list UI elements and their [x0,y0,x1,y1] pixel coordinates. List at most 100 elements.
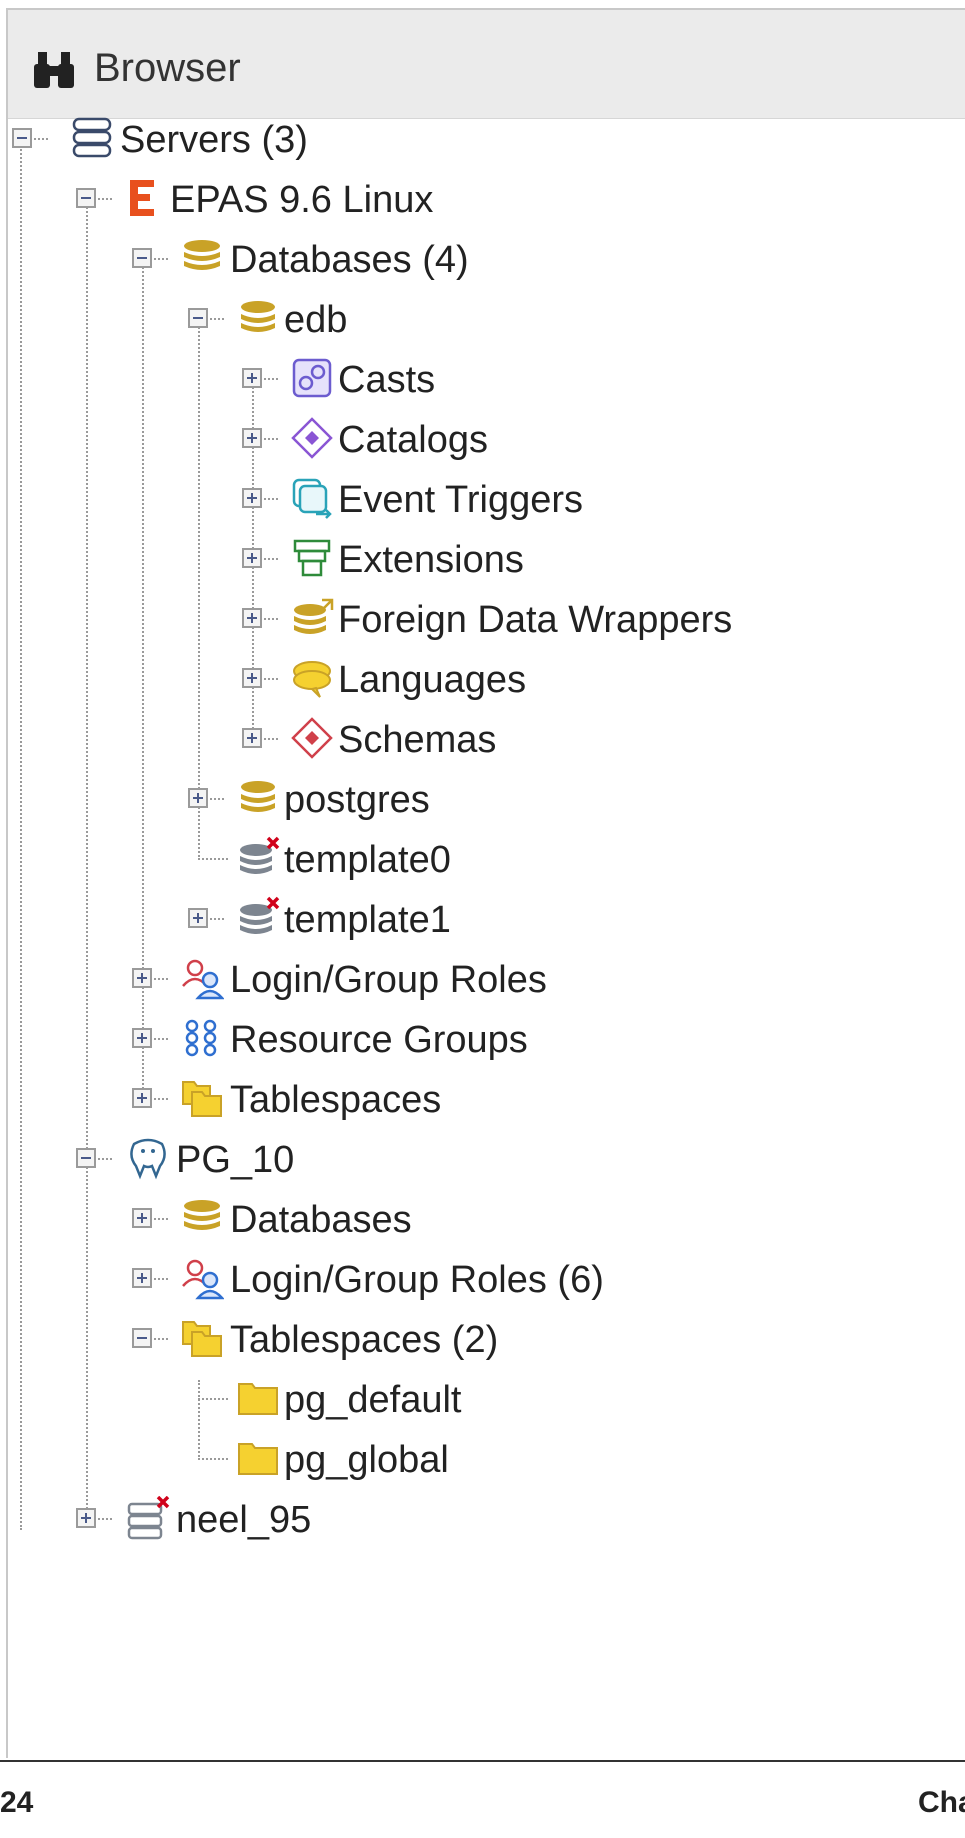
epas-server-icon [130,180,154,216]
tree-connector [264,378,278,380]
tree-label: Servers (3) [120,119,308,161]
tree-connector [154,978,168,980]
binoculars-icon [34,52,74,88]
tablespaces-icon [182,1081,222,1117]
expand-toggle[interactable] [76,1508,96,1528]
tree-connector [154,1338,168,1340]
tree-label: edb [284,299,348,341]
database-disconnected-icon [240,836,280,874]
expand-toggle[interactable] [188,788,208,808]
tree-label: PG_10 [176,1139,295,1181]
tree-connector [198,1398,228,1400]
expand-toggle[interactable] [132,1028,152,1048]
tree-connector [210,798,224,800]
tree-label: Extensions [338,539,524,581]
tree-connector [154,1038,168,1040]
tree-label: Foreign Data Wrappers [338,599,733,641]
tree-guide [20,130,22,1530]
postgresql-elephant-icon [130,1138,166,1180]
database-icon [241,301,275,332]
tree-connector [154,258,168,260]
tree-guide [86,200,88,1520]
tree-label: Databases (4) [230,239,469,281]
tree-connector [210,318,224,320]
casts-icon [292,358,332,398]
tree-label: postgres [284,779,430,821]
expand-toggle[interactable] [242,608,262,628]
expand-toggle[interactable] [132,968,152,988]
tree-connector [264,498,278,500]
roles-icon [182,1259,224,1300]
browser-header: Browser [8,10,965,119]
tree-connector [98,198,112,200]
tree-label: EPAS 9.6 Linux [170,179,434,221]
tablespaces-icon [182,1321,222,1357]
tree-connector [98,1518,112,1520]
tree-connector [264,738,278,740]
languages-icon [293,661,331,698]
tree-connector [264,618,278,620]
expand-toggle[interactable] [132,1208,152,1228]
extensions-icon [293,539,331,577]
tablespace-folder-icon [238,1443,278,1475]
tree-label: Languages [338,659,527,701]
tree-label: neel_95 [176,1499,312,1541]
tree-label: Tablespaces (2) [230,1319,499,1361]
collapse-toggle[interactable] [132,248,152,268]
collapse-toggle[interactable] [188,308,208,328]
tree-guide [198,320,200,860]
expand-toggle[interactable] [132,1088,152,1108]
tree-connector [198,858,228,860]
schemas-icon [291,717,333,759]
tree-label: Schemas [338,719,497,761]
catalogs-icon [291,417,333,459]
browser-panel: Browser Servers (3) EPAS 9.6 Linux Datab… [6,8,965,1758]
tree-label: pg_default [284,1379,462,1421]
resource-groups-icon [185,1019,217,1057]
tree-label: pg_global [284,1439,449,1481]
expand-toggle[interactable] [242,728,262,748]
tree-connector [154,1278,168,1280]
collapse-toggle[interactable] [76,188,96,208]
tree-label: Tablespaces [230,1079,442,1121]
expand-toggle[interactable] [242,548,262,568]
databases-icon [184,1200,220,1230]
collapse-toggle[interactable] [76,1148,96,1168]
tree-label: Login/Group Roles (6) [230,1259,604,1301]
expand-toggle[interactable] [242,668,262,688]
database-icon [241,781,275,812]
tree-connector [34,138,48,140]
page-number: 24 [0,1786,34,1819]
databases-icon [184,240,220,270]
tree-label: Resource Groups [230,1019,528,1061]
collapse-toggle[interactable] [12,128,32,148]
tree-label: template1 [284,899,451,941]
expand-toggle[interactable] [188,908,208,928]
tree-connector [98,1158,112,1160]
expand-toggle[interactable] [132,1268,152,1288]
tablespace-folder-icon [238,1383,278,1415]
chapter-header: Cha [918,1786,965,1819]
tree-label: Catalogs [338,419,488,461]
tree-guide [198,1380,200,1460]
tree-label: Databases [230,1199,412,1241]
expand-toggle[interactable] [242,428,262,448]
footer-rule [0,1760,965,1762]
foreign-data-wrapper-icon [294,598,334,634]
tree-label: Event Triggers [338,479,583,521]
tree-connector [210,918,224,920]
roles-icon [182,959,224,1000]
browser-title: Browser [94,46,241,90]
server-group-icon [72,117,112,158]
tree-connector [264,678,278,680]
tree-connector [264,558,278,560]
tree-connector [264,438,278,440]
database-disconnected-icon [240,896,280,934]
expand-toggle[interactable] [242,488,262,508]
tree-connector [198,1458,228,1460]
collapse-toggle[interactable] [132,1328,152,1348]
tree-label: Login/Group Roles [230,959,547,1001]
tree-label: template0 [284,839,451,881]
expand-toggle[interactable] [242,368,262,388]
tree-connector [154,1218,168,1220]
